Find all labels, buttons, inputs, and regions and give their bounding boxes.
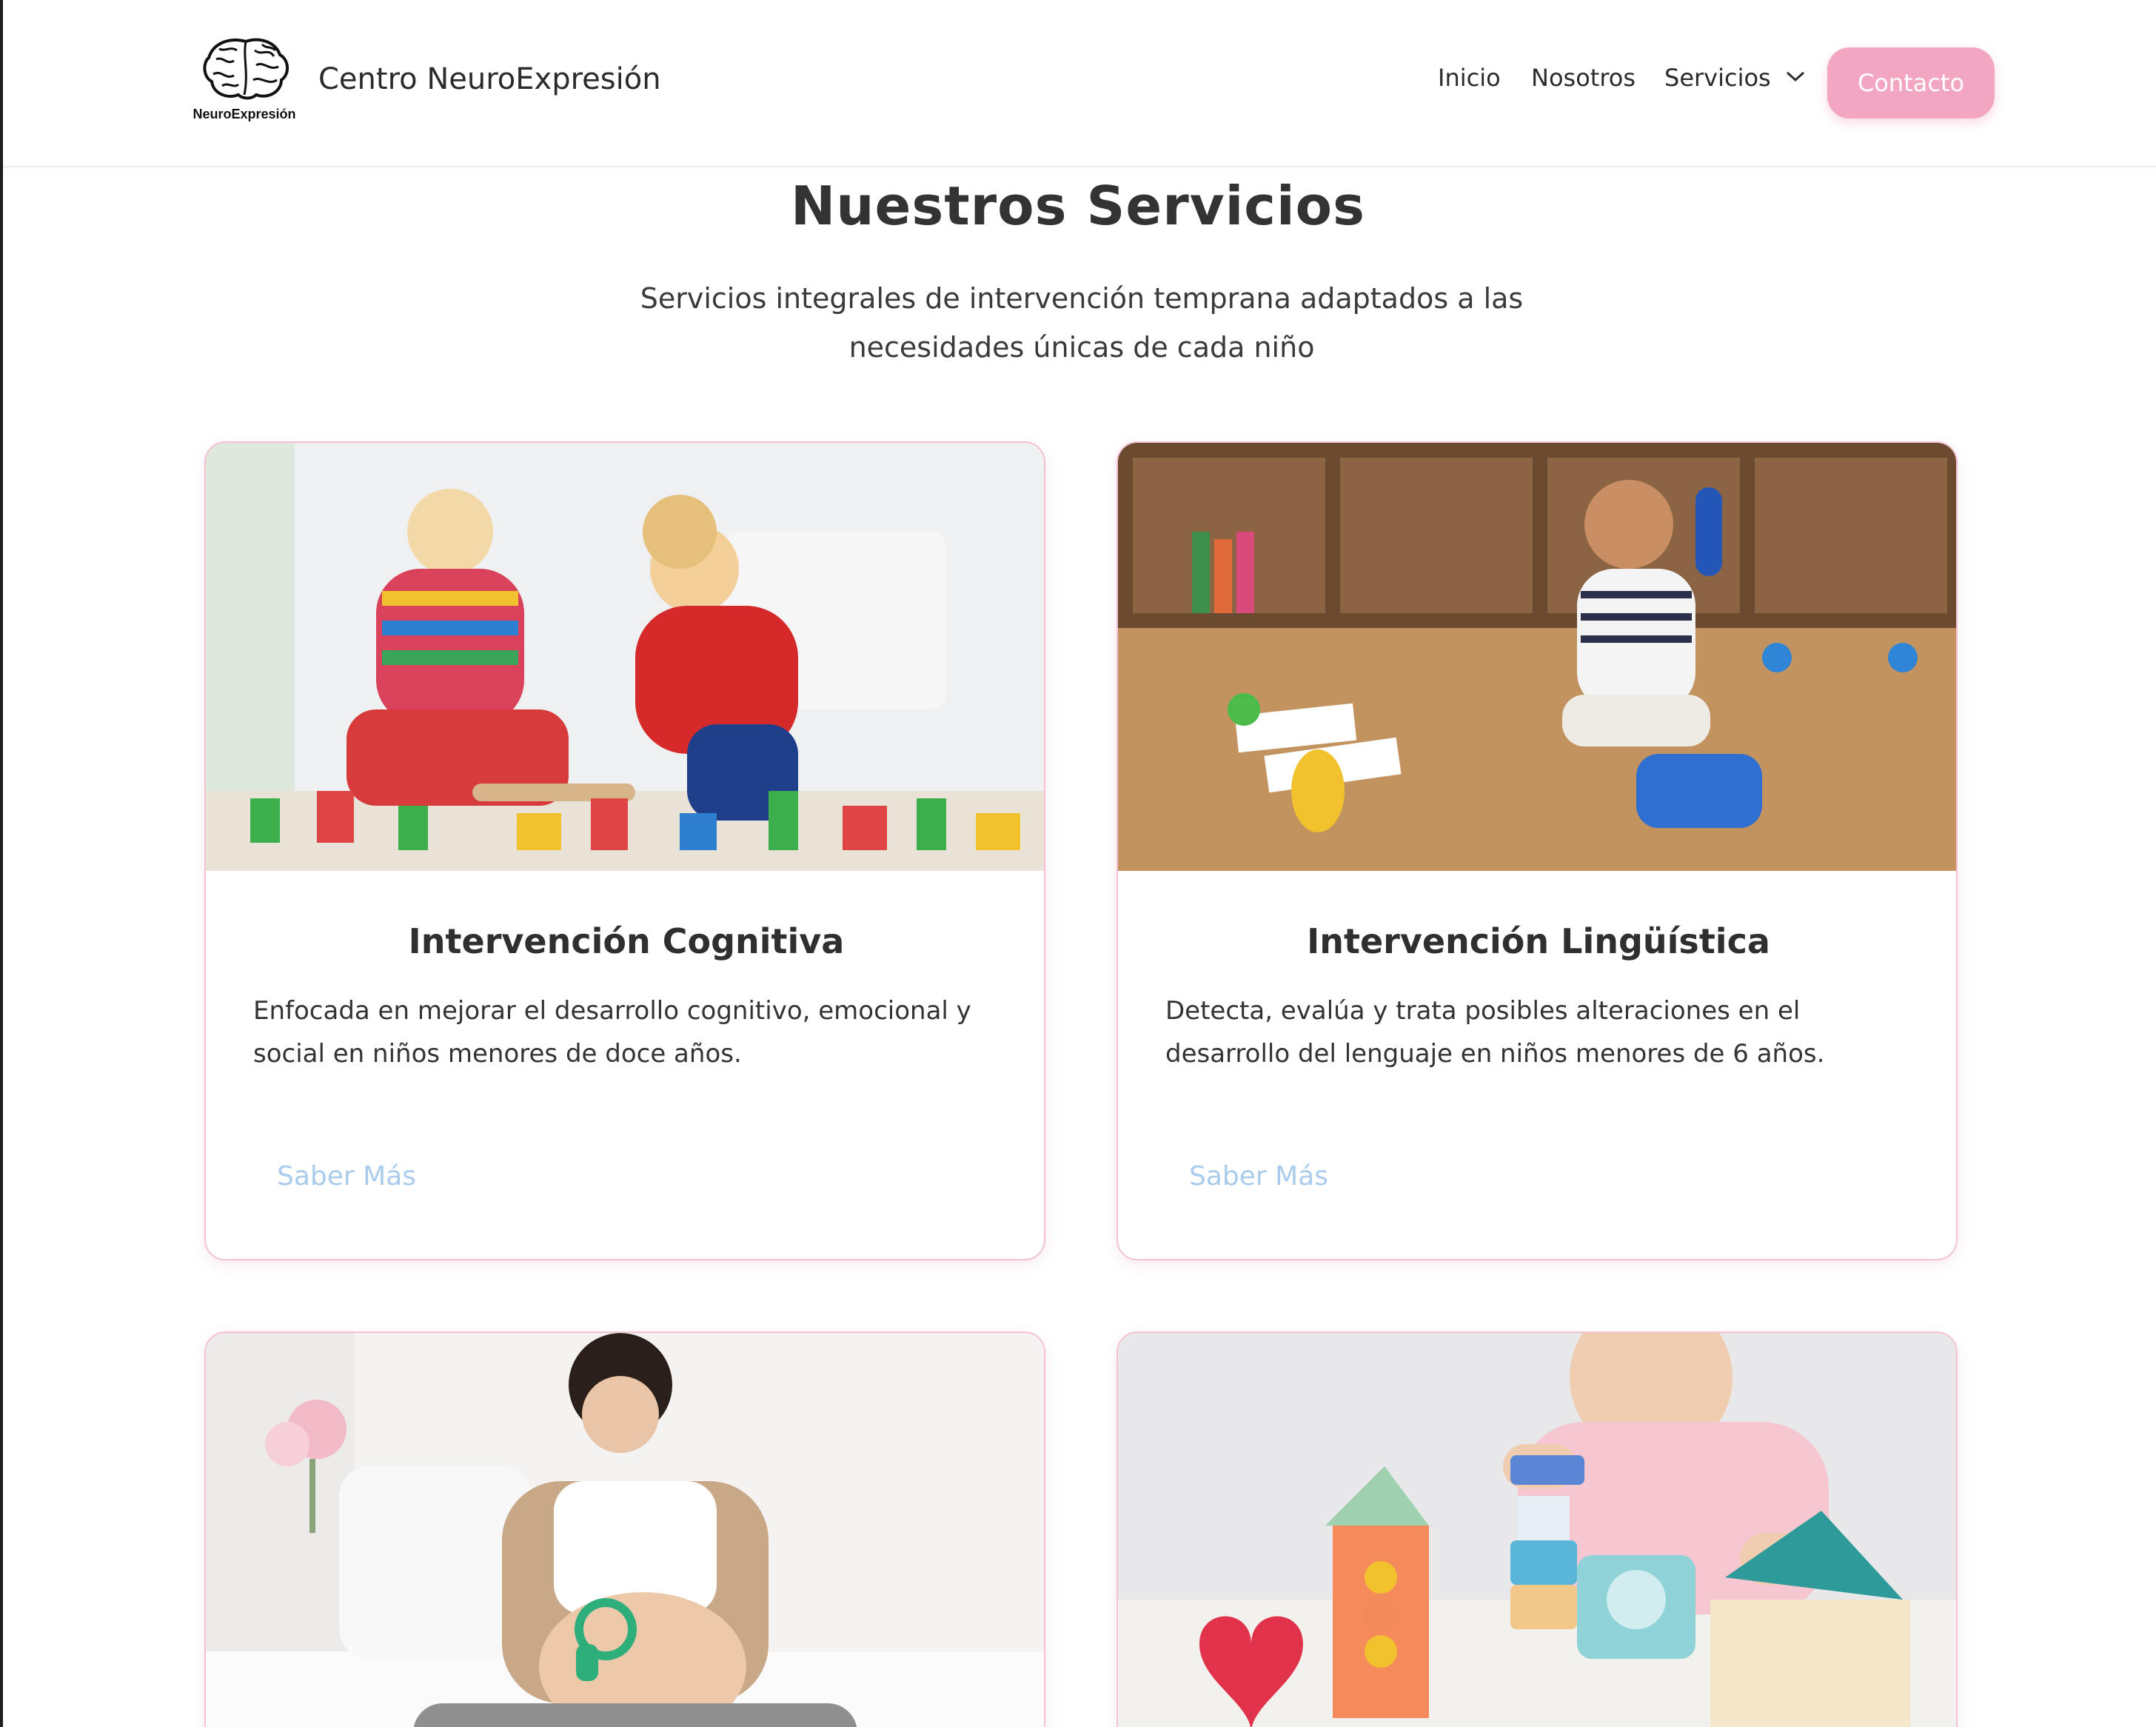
service-card-estimulacion: [1116, 1332, 1958, 1727]
card-image-children-playing: [206, 443, 1044, 871]
page: NeuroExpresión Centro NeuroExpresión Ini…: [0, 0, 2156, 1727]
card-description: Enfocada en mejorar el desarrollo cognit…: [253, 996, 971, 1069]
service-card-cognitiva: Intervención Cognitiva Enfocada en mejor…: [204, 441, 1045, 1260]
section-subtitle: Servicios integrales de intervención tem…: [640, 282, 1524, 364]
card-title: Intervención Cognitiva: [408, 921, 845, 961]
card-title: Intervención Lingüística: [1307, 921, 1770, 961]
saber-mas-link[interactable]: Saber Más: [277, 1161, 416, 1192]
brand-name[interactable]: Centro NeuroExpresión: [318, 62, 661, 96]
card-image-boy-telephone: [1118, 443, 1956, 871]
card-image-child-blocks: [1118, 1333, 1956, 1727]
nav-dropdown-servicios[interactable]: Servicios: [1664, 64, 1805, 92]
card-image-pregnant-woman: [206, 1333, 1044, 1727]
site-header: NeuroExpresión Centro NeuroExpresión Ini…: [3, 0, 2156, 167]
service-card-linguistica: Intervención Lingüística Detecta, evalúa…: [1116, 441, 1958, 1260]
site-logo[interactable]: NeuroExpresión: [185, 36, 304, 123]
saber-mas-link[interactable]: Saber Más: [1189, 1161, 1328, 1192]
nav-link-nosotros[interactable]: Nosotros: [1531, 64, 1636, 92]
service-card-prenatal: [204, 1332, 1045, 1727]
brain-logo-icon: [203, 38, 289, 100]
window-edge: [0, 0, 3, 1727]
card-description: Detecta, evalúa y trata posibles alterac…: [1165, 996, 1825, 1069]
nav-servicios-label: Servicios: [1664, 64, 1771, 92]
chevron-down-icon: [1786, 71, 1804, 82]
contact-button[interactable]: Contacto: [1827, 47, 1995, 118]
logo-caption: NeuroExpresión: [192, 107, 296, 121]
section-title: Nuestros Servicios: [790, 175, 1365, 237]
nav-link-inicio[interactable]: Inicio: [1438, 64, 1501, 92]
